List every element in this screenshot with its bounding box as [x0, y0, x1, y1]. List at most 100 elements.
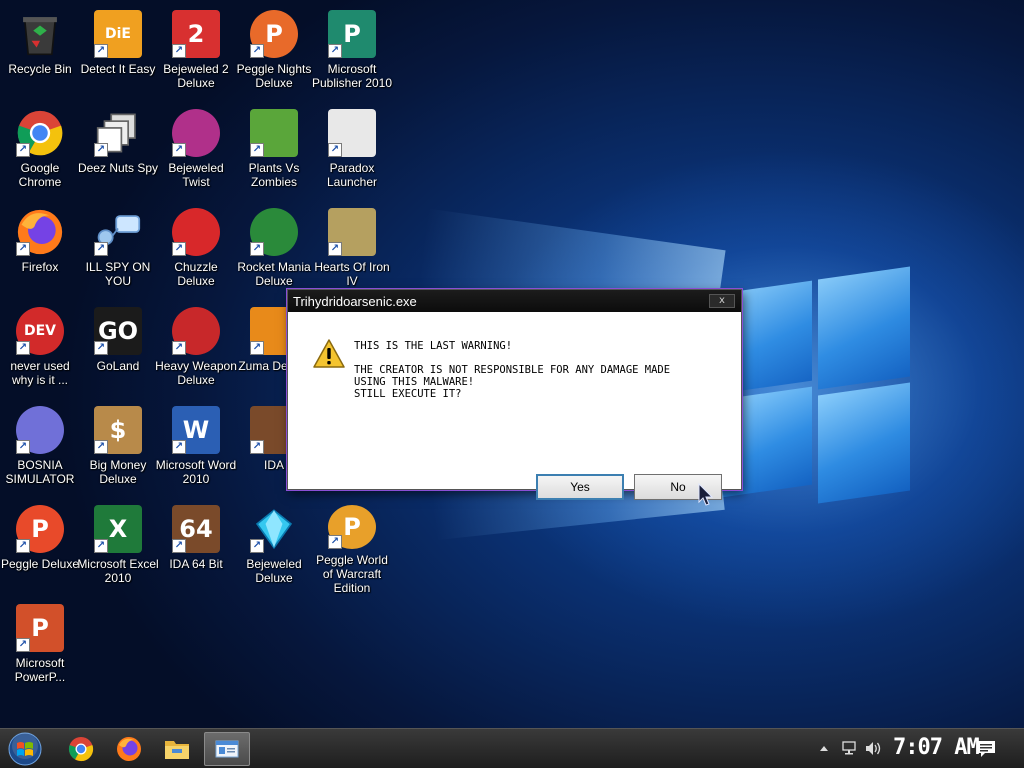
desktop-icon-label: Recycle Bin — [8, 62, 72, 76]
shortcut-arrow-icon: ↗ — [16, 440, 30, 454]
shortcut-arrow-icon: ↗ — [172, 44, 186, 58]
shortcut-arrow-icon: ↗ — [16, 242, 30, 256]
shortcut-arrow-icon: ↗ — [172, 341, 186, 355]
desktop-icon[interactable]: ↗ Hearts Of Iron IV — [312, 202, 392, 298]
desktop-icon-label: Peggle Deluxe — [0, 557, 80, 571]
desktop-icon[interactable]: ↗ Rocket Mania Deluxe — [234, 202, 314, 298]
chrome-icon: ↗ — [16, 109, 64, 157]
desktop-icon[interactable]: 64 ↗ IDA 64 Bit — [156, 499, 236, 595]
desktop-icon[interactable]: ↗ Heavy Weapon Deluxe — [155, 301, 237, 397]
desktop-icon-label: Bejeweled 2 Deluxe — [163, 62, 229, 90]
yes-button[interactable]: Yes — [536, 474, 624, 500]
desktop-icon[interactable]: P ↗ Peggle Deluxe — [0, 499, 80, 595]
taskbar-chrome[interactable] — [60, 732, 102, 766]
chuzzle-icon: ↗ — [172, 208, 220, 256]
desktop-icon-label: never used why is it ... — [10, 359, 70, 387]
detect-it-easy-icon: DiE ↗ — [94, 10, 142, 58]
shortcut-arrow-icon: ↗ — [94, 341, 108, 355]
desktop-icon[interactable]: ↗ Google Chrome — [0, 103, 80, 199]
desktop-icon[interactable]: W ↗ Microsoft Word 2010 — [156, 400, 236, 496]
shortcut-arrow-icon: ↗ — [172, 242, 186, 256]
recycle-bin-icon — [16, 10, 64, 58]
desktop-icon[interactable]: DEV ↗ never used why is it ... — [0, 301, 80, 397]
desktop-icon-label: Rocket Mania Deluxe — [237, 260, 311, 288]
shortcut-arrow-icon: ↗ — [16, 539, 30, 553]
message-line: STILL EXECUTE IT? — [354, 388, 462, 400]
peggle-wow-icon: P ↗ — [328, 505, 376, 549]
paradox-icon: ↗ — [328, 109, 376, 157]
shortcut-arrow-icon: ↗ — [94, 539, 108, 553]
shortcut-arrow-icon: ↗ — [94, 44, 108, 58]
warning-dialog: Trihydridoarsenic.exe x THIS IS THE LAST… — [287, 289, 742, 500]
excel-icon: X ↗ — [94, 505, 142, 553]
shortcut-arrow-icon: ↗ — [328, 535, 342, 549]
icon-glyph: P — [343, 20, 361, 48]
close-button[interactable]: x — [709, 294, 735, 308]
start-orb-icon[interactable] — [6, 731, 44, 767]
desktop-icon-label: IDA 64 Bit — [169, 557, 223, 571]
desktop-icon[interactable]: ↗ Bejeweled Twist — [156, 103, 236, 199]
publisher-icon: P ↗ — [328, 10, 376, 58]
desktop-icon[interactable]: Recycle Bin — [0, 4, 80, 100]
action-center-icon[interactable] — [975, 739, 997, 759]
desktop-icon[interactable]: DiE ↗ Detect It Easy — [78, 4, 158, 100]
message-line: THE CREATOR IS NOT RESPONSIBLE FOR ANY D… — [354, 364, 671, 376]
dialog-title: Trihydridoarsenic.exe — [293, 293, 417, 309]
ida-64-icon: 64 ↗ — [172, 505, 220, 553]
shortcut-arrow-icon: ↗ — [328, 44, 342, 58]
desktop-icon[interactable]: P ↗ Peggle World of Warcraft Edition — [312, 499, 392, 595]
bejeweled-2-icon: 2 ↗ — [172, 10, 220, 58]
firefox-icon: ↗ — [16, 208, 64, 256]
desktop-icon[interactable]: ↗ ILL SPY ON YOU — [78, 202, 158, 298]
desktop-icon[interactable]: ↗ Plants Vs Zombies — [234, 103, 314, 199]
desktop-icon[interactable]: ↗ BOSNIA SIMULATOR — [0, 400, 80, 496]
shortcut-arrow-icon: ↗ — [250, 341, 264, 355]
dialog-titlebar[interactable]: Trihydridoarsenic.exe x — [288, 290, 741, 312]
desktop-icon-label: BOSNIA SIMULATOR — [5, 458, 75, 486]
taskbar-clock[interactable]: 7:07 AM — [893, 735, 980, 760]
shortcut-arrow-icon: ↗ — [94, 440, 108, 454]
desktop-icon-label: Heavy Weapon Deluxe — [155, 359, 237, 387]
desktop-icon[interactable]: P ↗ Microsoft PowerP... — [0, 598, 80, 694]
mine-icon: ↗ — [16, 406, 64, 454]
desktop-icon-label: Big Money Deluxe — [89, 458, 147, 486]
taskbar: 7:07 AM — [0, 728, 1024, 768]
network-icon[interactable] — [840, 741, 858, 756]
desktop-icon-label: Hearts Of Iron IV — [314, 260, 390, 288]
show-hidden-icons-chevron-icon[interactable] — [819, 744, 829, 752]
desktop-icon[interactable]: X ↗ Microsoft Excel 2010 — [77, 499, 159, 595]
desktop-icon[interactable]: ↗ Chuzzle Deluxe — [156, 202, 236, 298]
warning-icon — [313, 339, 345, 368]
message-line: USING THIS MALWARE! — [354, 376, 475, 388]
desktop-icon[interactable]: 2 ↗ Bejeweled 2 Deluxe — [156, 4, 236, 100]
taskbar-running-app[interactable] — [204, 732, 250, 766]
desktop-icon[interactable]: $ ↗ Big Money Deluxe — [78, 400, 158, 496]
desktop-icon[interactable]: P ↗ Peggle Nights Deluxe — [234, 4, 314, 100]
chrome-icon — [68, 737, 94, 762]
desktop-icon[interactable]: ↗ Bejeweled Deluxe — [234, 499, 314, 595]
desktop-icon-label: Bejeweled Deluxe — [246, 557, 302, 585]
desktop-icon-label: Peggle Nights Deluxe — [236, 62, 312, 90]
desktop-icon[interactable]: ↗ Deez Nuts Spy — [78, 103, 158, 199]
desktop-icon[interactable]: ↗ Paradox Launcher — [312, 103, 392, 199]
desktop-icon-label: Chuzzle Deluxe — [174, 260, 218, 288]
taskbar-file-explorer[interactable] — [156, 732, 198, 766]
windows-stack-icon: ↗ — [94, 109, 142, 157]
icon-glyph: DEV — [23, 323, 57, 339]
icon-glyph: 2 — [187, 20, 205, 48]
desktop-icon-label: Microsoft Publisher 2010 — [311, 62, 393, 90]
desktop-icon-label: Detect It Easy — [80, 62, 156, 76]
goland-icon: GO ↗ — [94, 307, 142, 355]
shortcut-arrow-icon: ↗ — [16, 143, 30, 157]
desktop-icon[interactable]: ↗ Firefox — [0, 202, 80, 298]
desktop-icon[interactable]: P ↗ Microsoft Publisher 2010 — [312, 4, 392, 100]
wallpaper-windows-logo — [720, 265, 920, 515]
volume-icon[interactable] — [864, 741, 882, 756]
shortcut-arrow-icon: ↗ — [172, 143, 186, 157]
desktop-icon-label: Paradox Launcher — [326, 161, 378, 189]
dialog-message: THIS IS THE LAST WARNING! THE CREATOR IS… — [354, 340, 670, 400]
desktop-icon-label: Bejeweled Twist — [168, 161, 224, 189]
desktop-icon[interactable]: GO ↗ GoLand — [78, 301, 158, 397]
taskbar-firefox[interactable] — [108, 732, 150, 766]
folder-icon — [165, 741, 189, 759]
